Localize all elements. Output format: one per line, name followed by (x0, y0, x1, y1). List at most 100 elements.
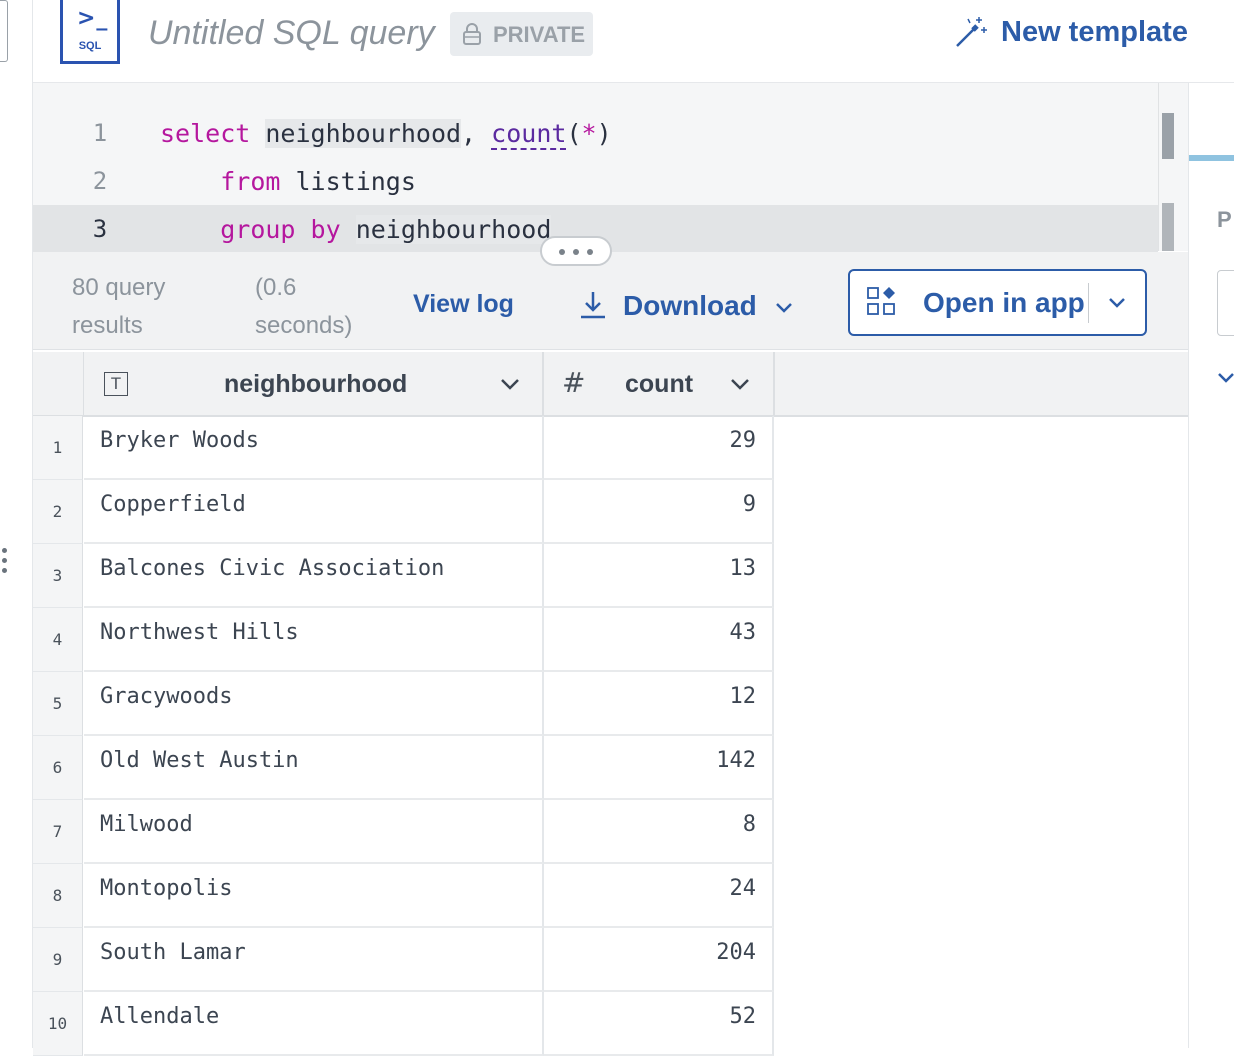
privacy-label: PRIVATE (493, 22, 586, 47)
cell-count[interactable]: 43 (544, 608, 774, 672)
scrollbar-thumb[interactable] (1162, 203, 1174, 251)
line-number: 2 (92, 167, 108, 195)
sql-punctuation: ) (596, 119, 612, 148)
editor-resize-handle[interactable] (540, 236, 612, 266)
code-text[interactable]: group by neighbourhood (160, 215, 552, 244)
sql-keyword: select (160, 119, 251, 148)
privacy-badge[interactable]: PRIVATE (450, 12, 593, 56)
sql-keyword: from (220, 167, 281, 196)
cell-count[interactable]: 204 (544, 928, 774, 992)
row-number: 1 (33, 416, 83, 480)
table-row[interactable]: 4 Northwest Hills 43 (33, 608, 774, 672)
new-template-label: New template (1001, 16, 1188, 48)
terminal-prompt-glyph: >_ (77, 6, 109, 31)
results-toolbar: 80 query results (0.6 seconds) View log … (33, 252, 1188, 350)
table-row[interactable]: 6 Old West Austin 142 (33, 736, 774, 800)
row-number: 6 (33, 736, 83, 800)
column-header-neighbourhood[interactable]: T neighbourhood (84, 352, 544, 415)
cell-count[interactable]: 24 (544, 864, 774, 928)
table-row[interactable]: 10 Allendale 52 (33, 992, 774, 1056)
sql-operator: * (581, 119, 597, 148)
sql-keyword: group by (220, 215, 341, 244)
chevron-down-icon[interactable] (1215, 366, 1234, 388)
column-header-label: count (625, 370, 694, 398)
query-title[interactable]: Untitled SQL query (148, 14, 435, 53)
code-text[interactable]: from listings (160, 167, 416, 196)
table-row[interactable]: 5 Gracywoods 12 (33, 672, 774, 736)
text-type-icon: T (104, 372, 128, 396)
cell-count[interactable]: 29 (544, 416, 774, 480)
sql-punctuation: , (461, 119, 477, 148)
sql-punctuation: ( (566, 119, 582, 148)
download-label: Download (623, 290, 757, 321)
sql-identifier: listings (295, 167, 416, 196)
cell-count[interactable]: 8 (544, 800, 774, 864)
cell-neighbourhood[interactable]: Northwest Hills (84, 608, 544, 672)
panel-input[interactable] (1217, 270, 1234, 336)
cell-count[interactable]: 12 (544, 672, 774, 736)
result-count: 80 query results (72, 274, 166, 339)
line-number: 3 (92, 215, 108, 243)
cell-neighbourhood[interactable]: Montopolis (84, 864, 544, 928)
row-number: 9 (33, 928, 83, 992)
cell-count[interactable]: 52 (544, 992, 774, 1056)
scrollbar-thumb[interactable] (1162, 113, 1174, 159)
resize-handle-icon[interactable] (2, 548, 10, 580)
code-line[interactable]: 1 select neighbourhood, count(*) (33, 109, 1158, 157)
sql-function: count (491, 119, 567, 150)
row-number: 5 (33, 672, 83, 736)
table-row[interactable]: 1 Bryker Woods 29 (33, 416, 774, 480)
chevron-down-icon (776, 303, 792, 313)
table-row[interactable]: 3 Balcones Civic Association 13 (33, 544, 774, 608)
line-number: 1 (92, 119, 108, 147)
dot (573, 249, 579, 255)
table-row[interactable]: 8 Montopolis 24 (33, 864, 774, 928)
code-line[interactable]: 2 from listings (33, 157, 1158, 205)
apps-grid-icon (867, 287, 895, 315)
cell-neighbourhood[interactable]: Gracywoods (84, 672, 544, 736)
cell-count[interactable]: 13 (544, 544, 774, 608)
sql-editor[interactable]: 1 select neighbourhood, count(*) 2 from … (33, 83, 1188, 253)
cell-neighbourhood[interactable]: Allendale (84, 992, 544, 1056)
panel-tab-indicator (1189, 155, 1234, 161)
row-number: 7 (33, 800, 83, 864)
chevron-down-icon[interactable] (1106, 291, 1128, 313)
cell-neighbourhood[interactable]: Milwood (84, 800, 544, 864)
row-number: 3 (33, 544, 83, 608)
table-row[interactable]: 9 South Lamar 204 (33, 928, 774, 992)
editor-scrollbar[interactable] (1158, 83, 1179, 251)
collapsed-panel-edge[interactable] (0, 0, 8, 62)
sql-identifier: neighbourhood (265, 119, 462, 148)
cell-count[interactable]: 9 (544, 480, 774, 544)
table-header: T neighbourhood # count (33, 352, 1188, 417)
cell-count[interactable]: 142 (544, 736, 774, 800)
query-header: >_ SQL Untitled SQL query PRIVATE New te… (33, 0, 1234, 83)
cell-neighbourhood[interactable]: Old West Austin (84, 736, 544, 800)
results-table: T neighbourhood # count 1 Bryker Woods 29 2… (33, 352, 1188, 1056)
open-in-app-label: Open in app (923, 287, 1085, 318)
row-number: 4 (33, 608, 83, 672)
left-gutter (0, 0, 33, 1048)
query-duration: (0.6 seconds) (255, 274, 353, 339)
code-text[interactable]: select neighbourhood, count(*) (160, 119, 612, 150)
table-row[interactable]: 7 Milwood 8 (33, 800, 774, 864)
magic-wand-icon (956, 17, 987, 47)
cell-neighbourhood[interactable]: Bryker Woods (84, 416, 544, 480)
open-in-app-button[interactable]: Open in app (848, 269, 1147, 336)
sql-badge-label: SQL (78, 40, 102, 52)
cell-neighbourhood[interactable]: Copperfield (84, 480, 544, 544)
cell-neighbourhood[interactable]: South Lamar (84, 928, 544, 992)
chevron-down-icon[interactable] (728, 372, 752, 396)
table-row[interactable]: 2 Copperfield 9 (33, 480, 774, 544)
view-log-link[interactable]: View log (413, 290, 514, 319)
cell-neighbourhood[interactable]: Balcones Civic Association (84, 544, 544, 608)
row-number: 2 (33, 480, 83, 544)
sql-identifier: neighbourhood (355, 215, 552, 244)
column-header-count[interactable]: # count (544, 352, 775, 415)
chevron-down-icon[interactable] (498, 372, 522, 396)
dot (587, 249, 593, 255)
row-number-header (33, 352, 84, 415)
row-number: 8 (33, 864, 83, 928)
panel-label: P (1217, 207, 1232, 232)
row-number: 10 (33, 992, 83, 1056)
